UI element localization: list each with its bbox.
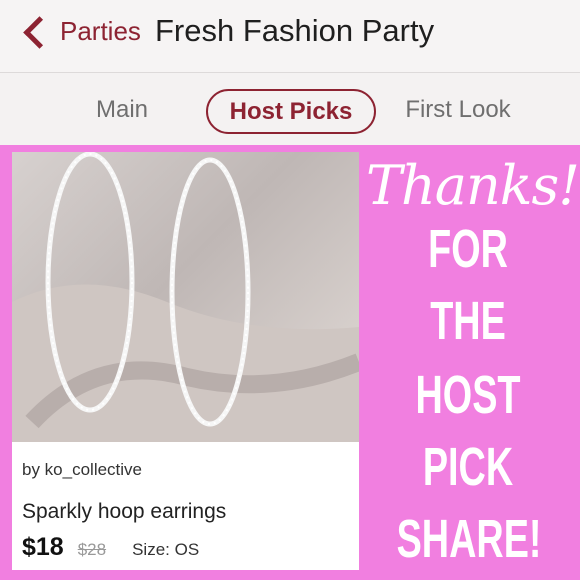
message-line-pick: PICK — [422, 437, 514, 497]
thanks-script-text: Thanks! — [366, 154, 580, 217]
message-line-host: HOST — [415, 365, 521, 425]
size-label: Size: OS — [132, 540, 200, 559]
message-line-share: SHARE! — [396, 509, 542, 569]
tab-main[interactable]: Main — [72, 87, 172, 132]
listing-card[interactable]: by ko_collective Sparkly hoop earrings $… — [12, 152, 359, 570]
app-header: Parties Fresh Fashion Party Main Host Pi… — [0, 0, 580, 145]
original-price: $28 — [77, 540, 107, 559]
chevron-left-icon[interactable] — [23, 16, 56, 49]
page-title: Fresh Fashion Party — [155, 13, 435, 48]
current-price: $18 — [22, 533, 64, 561]
price-row: $18 $28 Size: OS — [22, 533, 199, 563]
navigation-bar: Parties Fresh Fashion Party — [0, 0, 580, 73]
hand-shape — [12, 284, 359, 442]
listing-title[interactable]: Sparkly hoop earrings — [22, 500, 226, 524]
tab-host-picks[interactable]: Host Picks — [206, 89, 376, 134]
product-photo[interactable] — [12, 152, 359, 442]
thanks-message: Thanks! FOR THE HOST PICK SHARE! — [366, 154, 580, 574]
tab-first-look[interactable]: First Look — [392, 87, 524, 132]
message-line-the: THE — [430, 291, 506, 351]
seller-name[interactable]: by ko_collective — [22, 460, 142, 480]
hoop-earrings-image — [12, 152, 359, 442]
message-line-for: FOR — [428, 219, 508, 279]
back-button[interactable]: Parties — [60, 16, 141, 47]
